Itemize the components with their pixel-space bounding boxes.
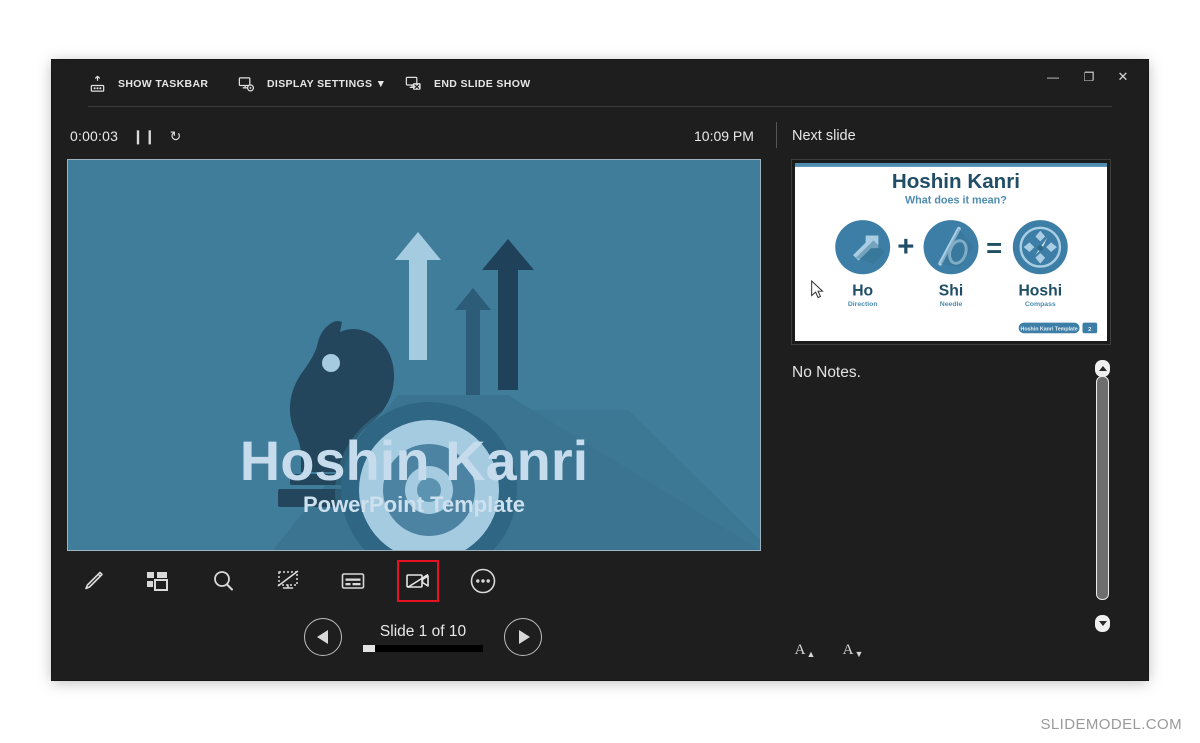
current-time: 10:09 PM xyxy=(694,128,754,144)
next-slide-subtitle: What does it mean? xyxy=(905,195,1007,207)
restore-glyph: ❐ xyxy=(1084,70,1095,84)
close-button[interactable]: ✕ xyxy=(1106,64,1140,90)
next-slide-graphic: Hoshin Kanri What does it mean? Ho Direc… xyxy=(795,163,1107,341)
next-slide-item-hoshi: Hoshi Compass xyxy=(1013,220,1068,308)
elapsed-timer: 0:00:03 xyxy=(70,128,118,144)
next-slide-word-hoshi: Hoshi xyxy=(1018,283,1062,300)
decrease-font-size-button[interactable]: A▼ xyxy=(840,635,866,659)
notes-text: No Notes. xyxy=(792,364,861,382)
caret-down-small-icon: ▼ xyxy=(854,649,863,659)
slide-title-text: Hoshin Kanri xyxy=(240,429,588,492)
all-slides-button[interactable] xyxy=(137,560,179,602)
next-slide-operator-plus: + xyxy=(897,231,914,263)
page-root: SHOW TASKBAR DISPLAY SETTINGS ▼ xyxy=(0,0,1200,743)
slide-counter-label: Slide 1 of 10 xyxy=(380,623,466,641)
presenter-view-window: SHOW TASKBAR DISPLAY SETTINGS ▼ xyxy=(52,60,1148,680)
slide-progress-bar[interactable] xyxy=(363,645,483,652)
next-slide-label: Next slide xyxy=(792,128,856,144)
slide-progress-fill xyxy=(363,645,375,652)
next-slide-word-ho: Ho xyxy=(852,283,873,300)
slide-navigation: Slide 1 of 10 xyxy=(304,618,542,656)
show-taskbar-button[interactable]: SHOW TASKBAR xyxy=(88,72,208,96)
caret-down-icon xyxy=(1099,621,1107,626)
all-slides-icon xyxy=(144,568,172,594)
presenter-command-bar: SHOW TASKBAR DISPLAY SETTINGS ▼ xyxy=(52,60,1148,106)
header-divider xyxy=(776,122,777,148)
caret-up-icon xyxy=(1099,366,1107,371)
increase-font-size-button[interactable]: A▲ xyxy=(792,635,818,659)
decrease-font-label: A xyxy=(843,642,854,659)
pause-timer-button[interactable]: ❙❙ xyxy=(132,129,155,143)
current-slide-graphic: Hoshin Kanri PowerPoint Template xyxy=(68,160,760,550)
display-settings-icon xyxy=(237,75,256,94)
next-slide-word-shi: Shi xyxy=(939,283,963,300)
command-bar-divider xyxy=(88,106,1112,107)
close-icon: ✕ xyxy=(1118,69,1129,85)
current-slide-preview[interactable]: Hoshin Kanri PowerPoint Template xyxy=(68,160,760,550)
previous-slide-button[interactable] xyxy=(304,618,342,656)
more-options-button[interactable] xyxy=(462,560,504,602)
scroll-down-button[interactable] xyxy=(1095,615,1110,632)
notes-pane[interactable]: No Notes. xyxy=(792,360,1110,632)
zoom-tool-button[interactable] xyxy=(202,560,244,602)
end-slide-show-label: END SLIDE SHOW xyxy=(434,78,531,90)
magnifier-icon xyxy=(210,568,236,594)
timer-group: 0:00:03 ❙❙ ↻ xyxy=(70,128,181,144)
next-slide-thumbnail[interactable]: Hoshin Kanri What does it mean? Ho Direc… xyxy=(792,160,1110,344)
display-settings-button[interactable]: DISPLAY SETTINGS ▼ xyxy=(237,72,386,96)
black-screen-button[interactable] xyxy=(267,560,309,602)
presenter-tool-strip xyxy=(72,560,504,602)
slide-subtitle-text: PowerPoint Template xyxy=(303,492,525,517)
pen-icon xyxy=(80,568,106,594)
scroll-up-button[interactable] xyxy=(1095,360,1110,377)
subtitles-button[interactable] xyxy=(332,560,374,602)
slide-position-group: Slide 1 of 10 xyxy=(360,623,486,652)
next-slide-button[interactable] xyxy=(504,618,542,656)
subtitles-icon xyxy=(339,568,367,594)
restart-timer-button[interactable]: ↻ xyxy=(170,129,182,143)
restore-button[interactable]: ❐ xyxy=(1072,64,1106,90)
next-slide-meaning-hoshi: Compass xyxy=(1025,301,1056,308)
display-settings-label: DISPLAY SETTINGS ▼ xyxy=(267,78,386,90)
show-taskbar-label: SHOW TASKBAR xyxy=(118,78,208,90)
scrollbar-thumb[interactable] xyxy=(1096,376,1109,600)
more-options-icon xyxy=(469,567,497,595)
next-slide-meaning-shi: Needle xyxy=(940,301,963,308)
chevron-left-icon xyxy=(317,630,328,644)
next-slide-operator-equals: = xyxy=(986,232,1002,263)
pen-tool-button[interactable] xyxy=(72,560,114,602)
camera-off-icon xyxy=(405,570,431,592)
camera-off-button[interactable] xyxy=(397,560,439,602)
minimize-glyph: — xyxy=(1047,70,1059,84)
next-slide-footer-badge: Hoshin Kanri Template 2 xyxy=(1019,323,1097,334)
next-slide-footer-text: Hoshin Kanri Template xyxy=(1021,326,1078,332)
taskbar-icon xyxy=(88,75,107,94)
caret-up-small-icon: ▲ xyxy=(806,649,815,659)
next-slide-title: Hoshin Kanri xyxy=(892,170,1020,193)
notes-font-size-controls: A▲ A▼ xyxy=(792,635,866,659)
increase-font-label: A xyxy=(795,642,806,659)
notes-scrollbar[interactable] xyxy=(1095,360,1110,632)
end-show-icon xyxy=(404,75,423,94)
black-screen-icon xyxy=(274,568,302,594)
next-slide-meaning-ho: Direction xyxy=(848,301,878,308)
slidemodel-watermark: SLIDEMODEL.COM xyxy=(1041,716,1182,733)
end-slide-show-button[interactable]: END SLIDE SHOW xyxy=(404,72,531,96)
minimize-button[interactable]: — xyxy=(1036,64,1070,90)
chevron-right-icon xyxy=(519,630,530,644)
